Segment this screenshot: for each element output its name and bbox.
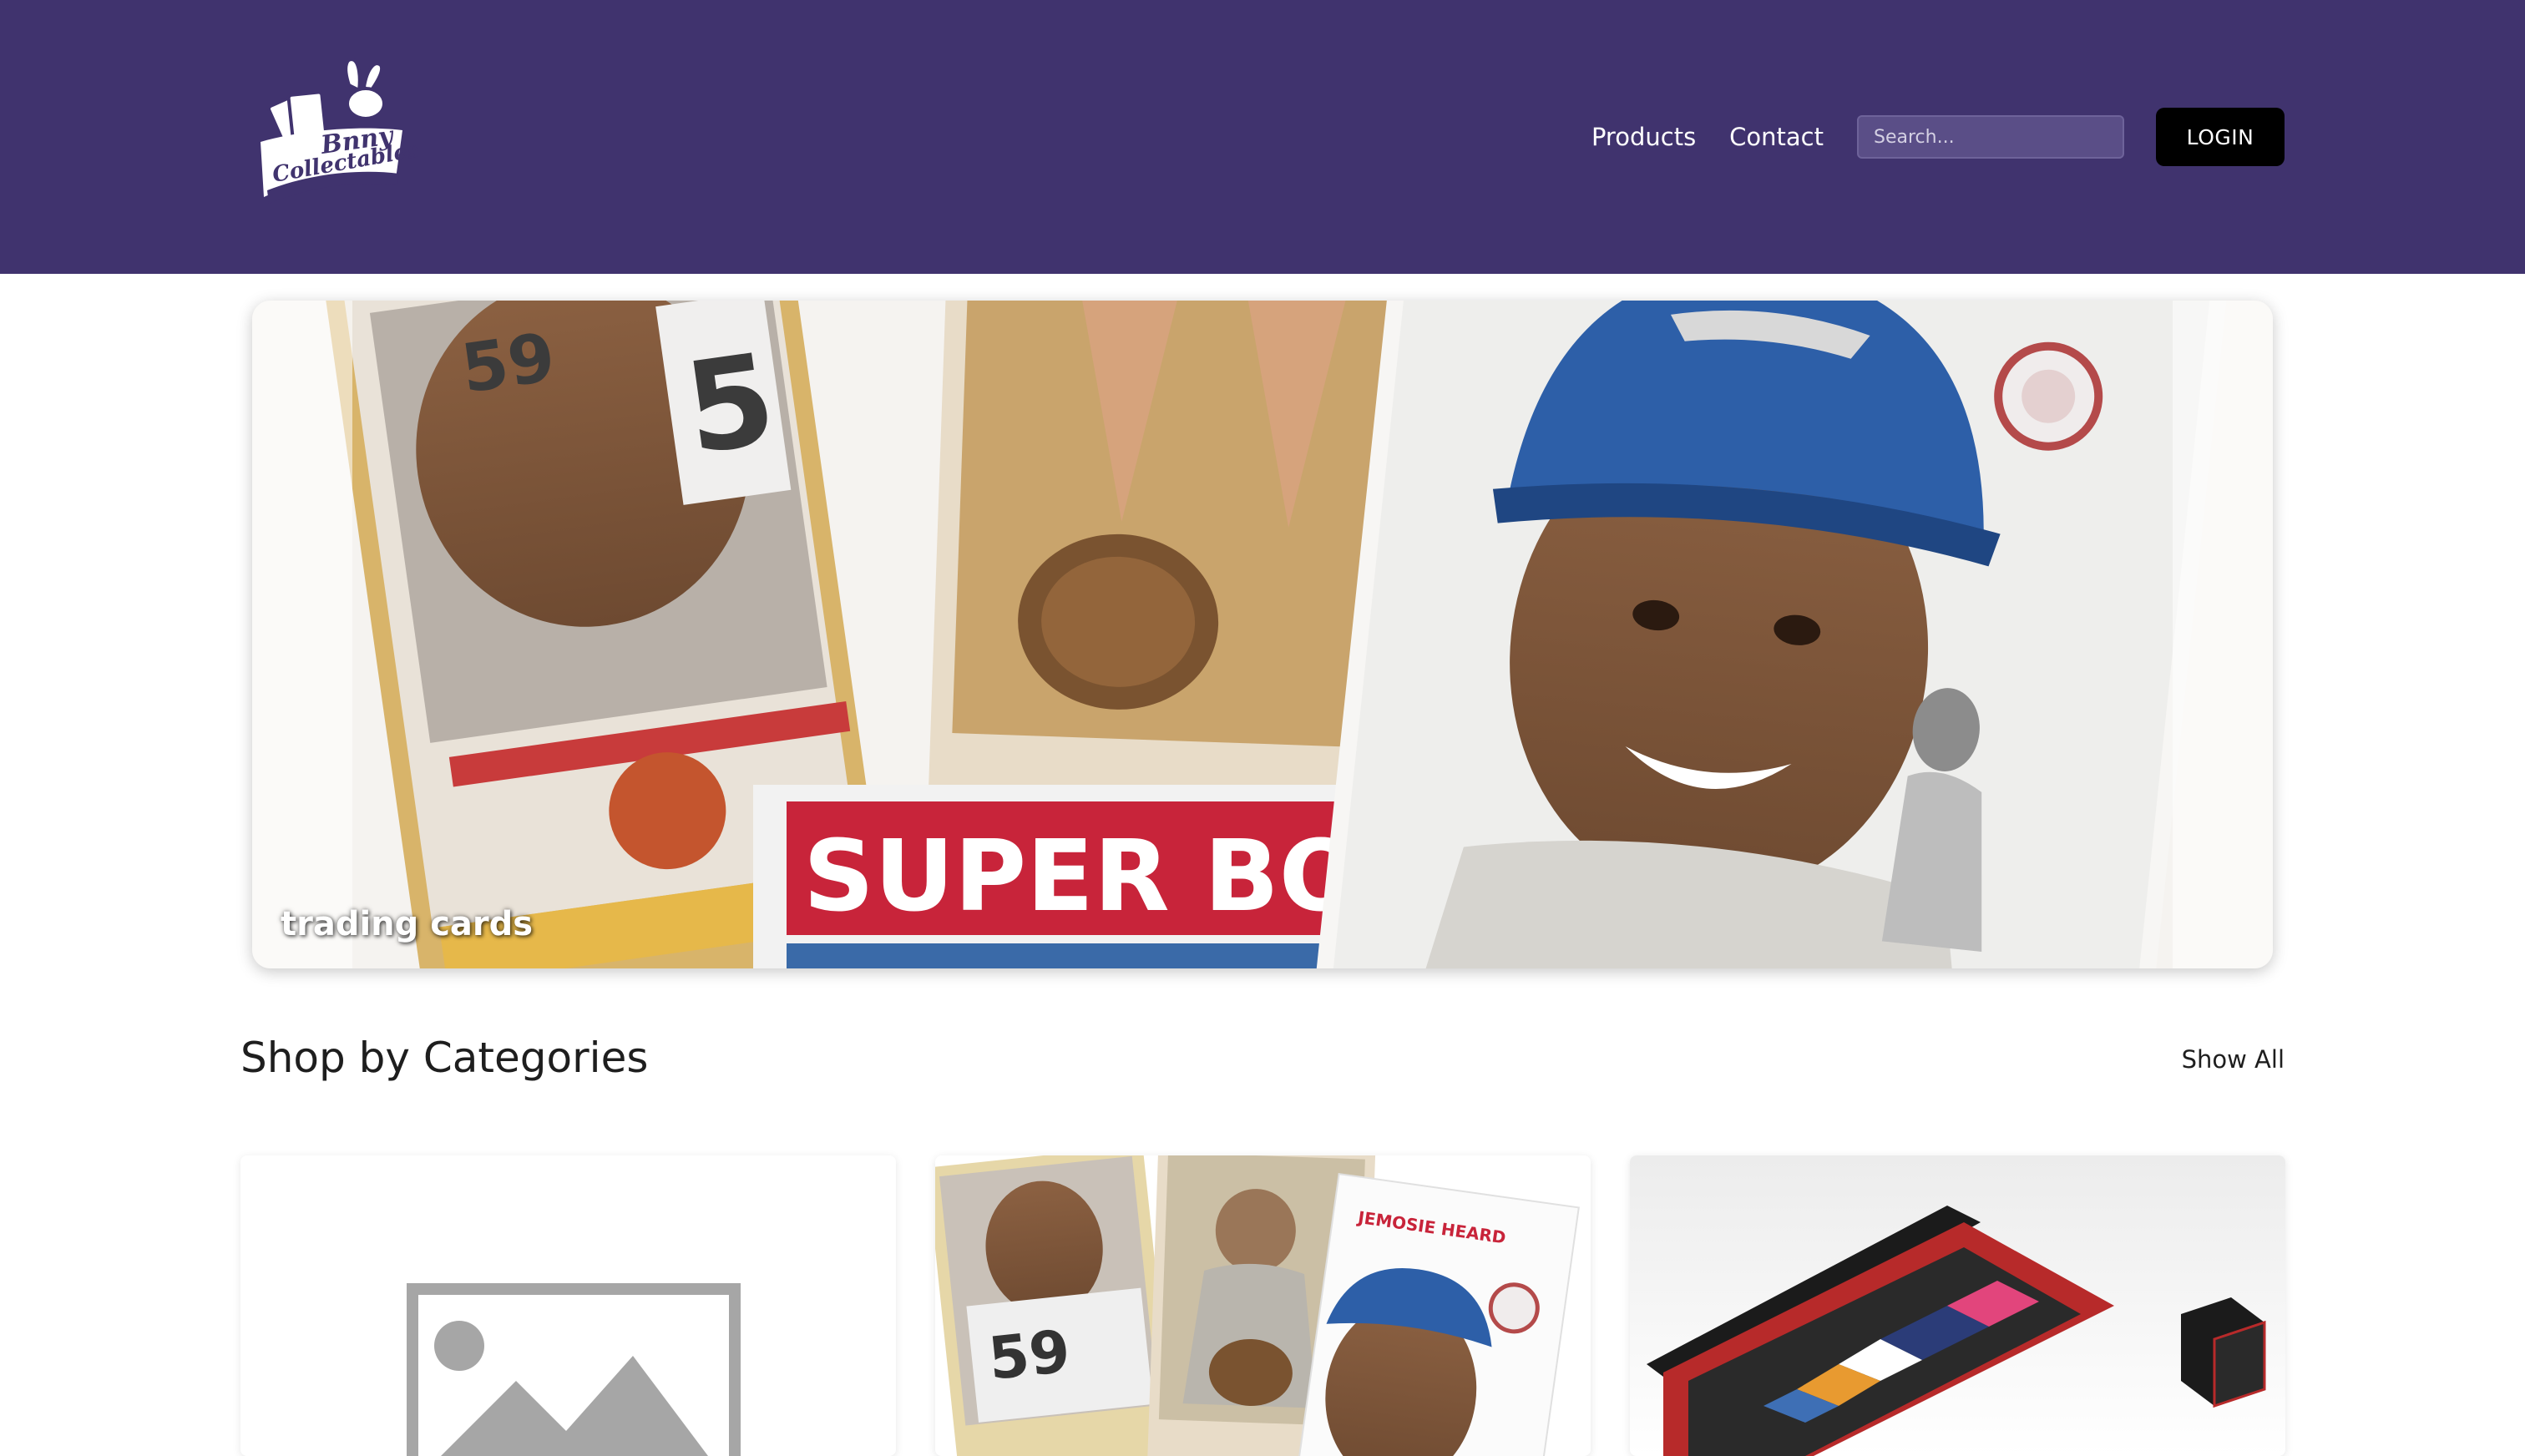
site-header: Bnny Collectables Products Contact LOGIN bbox=[0, 0, 2525, 274]
card-storage-box-photo bbox=[1630, 1155, 2285, 1456]
brand-logo[interactable]: Bnny Collectables bbox=[242, 48, 422, 224]
placeholder-image-icon bbox=[240, 1155, 896, 1456]
category-card-2[interactable]: 59 JEMOSIE HEARD bbox=[935, 1155, 1591, 1456]
logo-graphic: Bnny Collectables bbox=[261, 58, 422, 204]
svg-text:59: 59 bbox=[985, 1317, 1073, 1393]
trading-cards-photo: 59 JEMOSIE HEARD bbox=[935, 1155, 1591, 1456]
category-card-1[interactable] bbox=[240, 1155, 896, 1456]
search-input[interactable] bbox=[1857, 115, 2124, 159]
hero-trading-cards-image: 5 59 SUPER BOWL bbox=[252, 301, 2273, 968]
nav-contact-link[interactable]: Contact bbox=[1729, 123, 1824, 151]
main-nav: Products Contact LOGIN bbox=[1591, 0, 2285, 274]
hero-banner[interactable]: 5 59 SUPER BOWL trading cards bbox=[252, 301, 2273, 968]
hero-caption: trading cards bbox=[281, 905, 534, 943]
login-button[interactable]: LOGIN bbox=[2156, 108, 2285, 166]
svg-text:59: 59 bbox=[457, 318, 559, 408]
category-card-3[interactable] bbox=[1630, 1155, 2285, 1456]
nav-products-link[interactable]: Products bbox=[1591, 123, 1696, 151]
show-all-link[interactable]: Show All bbox=[2182, 1045, 2285, 1074]
section-title: Shop by Categories bbox=[240, 1034, 649, 1082]
